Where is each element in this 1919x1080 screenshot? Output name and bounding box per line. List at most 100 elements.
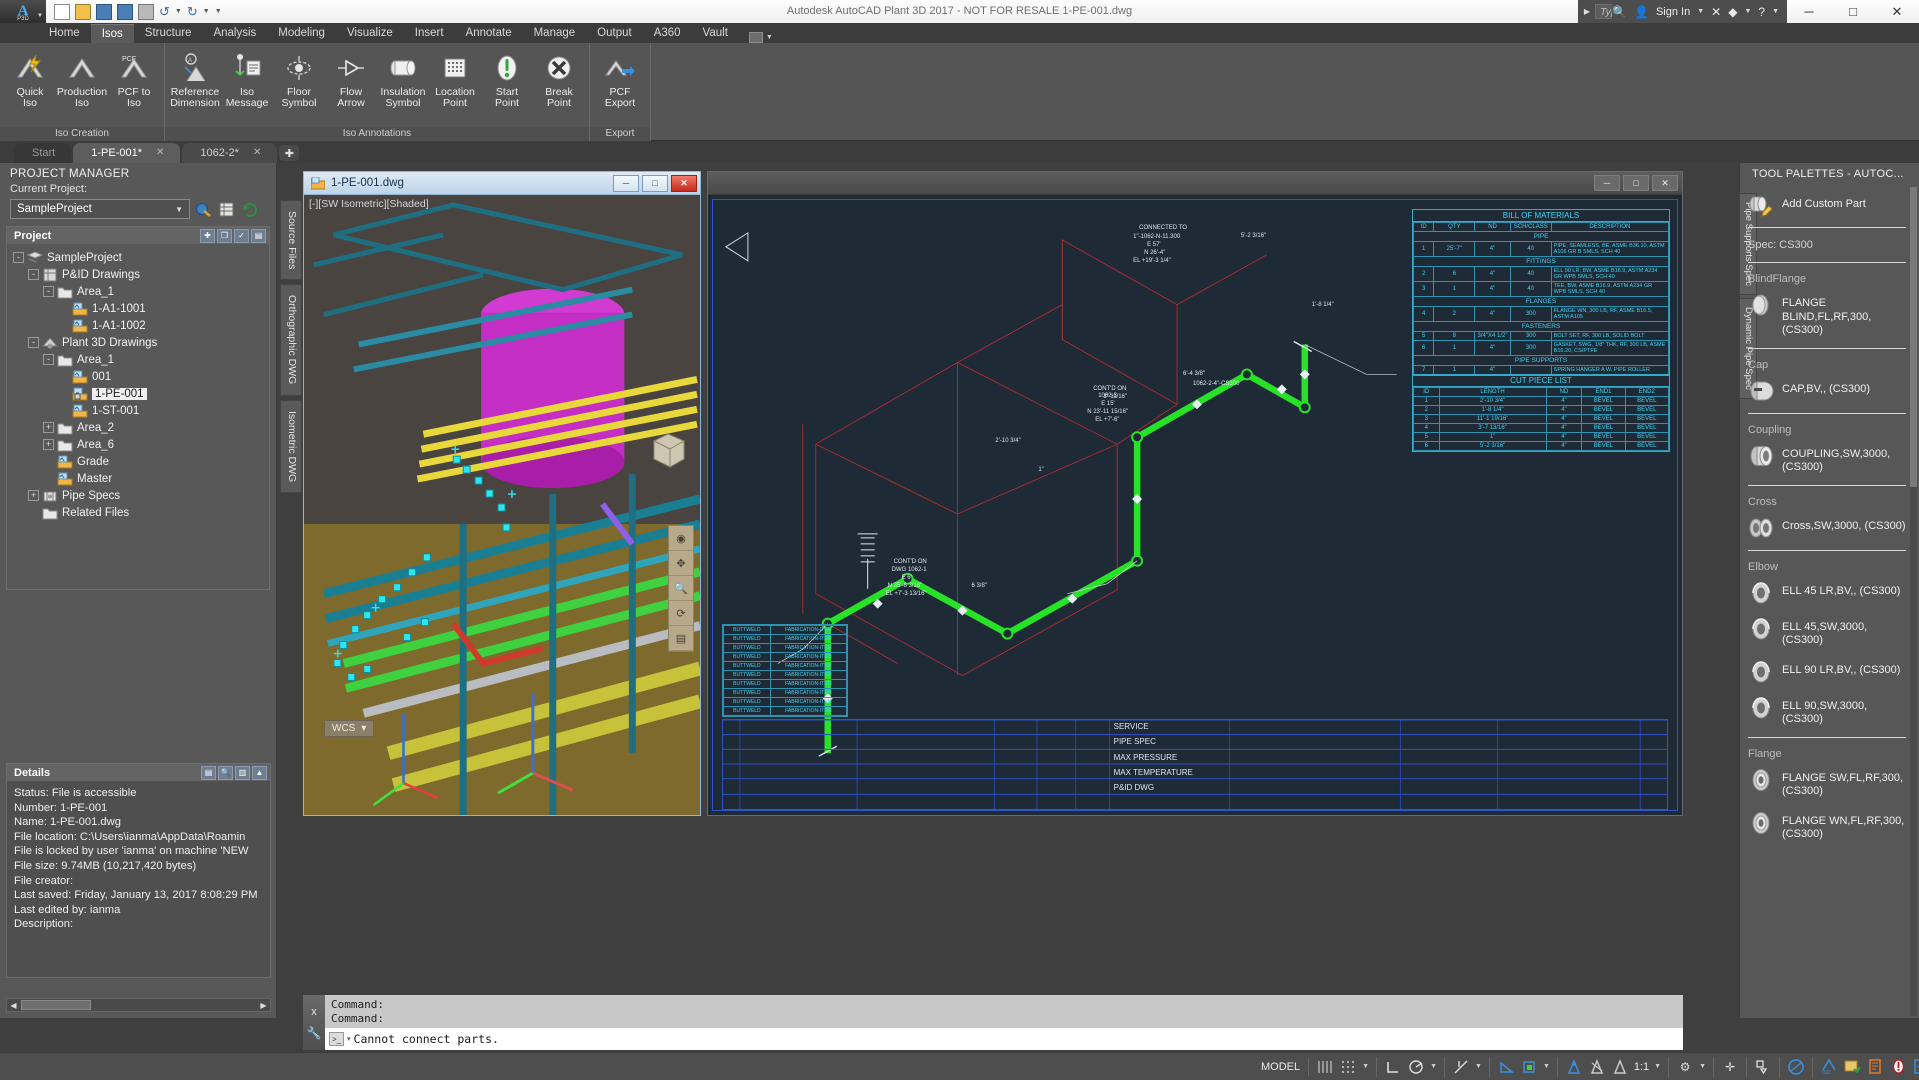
project-tree[interactable]: -SampleProject-P&ID Drawings-Area_11-A1-… bbox=[7, 244, 269, 589]
tool-palette-scrollbar[interactable] bbox=[1910, 187, 1917, 1016]
palette-item[interactable]: ELL 90 LR,BV,, (CS300) bbox=[1746, 654, 1908, 690]
view-cube[interactable] bbox=[640, 423, 696, 479]
tree-expander[interactable]: + bbox=[43, 439, 54, 450]
plus-icon[interactable]: ✛ bbox=[1721, 1058, 1739, 1076]
iso-tools-icon[interactable]: ISO bbox=[1820, 1058, 1838, 1076]
tool-palette-scroll-thumb[interactable] bbox=[1910, 187, 1917, 487]
chevron-down-icon[interactable]: ▼ bbox=[1543, 1063, 1550, 1070]
spec-viewer-icon[interactable] bbox=[1866, 1058, 1884, 1076]
project-setup-icon[interactable] bbox=[194, 200, 213, 219]
scroll-thumb[interactable] bbox=[21, 1000, 91, 1010]
tool-palettes-content[interactable]: Add Custom PartSpec: CS300BlindFlangeFLA… bbox=[1746, 187, 1908, 1018]
close-button[interactable]: ✕ bbox=[1875, 0, 1919, 23]
navigation-bar[interactable]: ◉ ✥ 🔍 ⟳ ▤ bbox=[668, 525, 694, 652]
save-icon[interactable] bbox=[96, 4, 112, 20]
tree-item-plant-3d-drawings[interactable]: -Plant 3D Drawings bbox=[13, 334, 269, 351]
close-icon[interactable]: ✕ bbox=[253, 143, 261, 163]
annoscale-icon[interactable] bbox=[1611, 1058, 1629, 1076]
isolate-objects-icon[interactable] bbox=[1754, 1058, 1772, 1076]
tree-item-sampleproject[interactable]: -SampleProject bbox=[13, 249, 269, 266]
sign-in-dropdown-icon[interactable]: ▼ bbox=[1697, 8, 1704, 15]
tree-expander[interactable]: - bbox=[13, 252, 24, 263]
help-dropdown-icon[interactable]: ▼ bbox=[1772, 8, 1779, 15]
ribbon-tab-insert[interactable]: Insert bbox=[404, 24, 455, 43]
ribbon-tab-modeling[interactable]: Modeling bbox=[267, 24, 336, 43]
polar-icon[interactable] bbox=[1407, 1058, 1425, 1076]
ribbon-tab-output[interactable]: Output bbox=[586, 24, 643, 43]
file-tab-1062-2-[interactable]: 1062-2*✕ bbox=[182, 143, 277, 163]
showmotion-icon[interactable]: ▤ bbox=[669, 626, 693, 651]
ribbon-button-location-point[interactable]: LocationPoint bbox=[429, 47, 481, 109]
details-collapse-icon[interactable]: ▲ bbox=[252, 766, 267, 780]
file-tab-1-pe-001-[interactable]: 1-PE-001*✕ bbox=[73, 143, 180, 163]
ribbon-button-flow-arrow[interactable]: FlowArrow bbox=[325, 47, 377, 109]
redo-icon[interactable]: ↻ bbox=[187, 4, 198, 20]
layout-restore-button[interactable]: □ bbox=[1623, 175, 1649, 191]
details-view-icon[interactable]: ▤ bbox=[201, 766, 216, 780]
help-icon[interactable]: ? bbox=[1758, 5, 1765, 19]
palette-item[interactable]: ELL 45,SW,3000, (CS300) bbox=[1746, 611, 1908, 654]
ribbon-tab-isos[interactable]: Isos bbox=[91, 24, 134, 43]
ribbon-button-insulation-symbol[interactable]: InsulationSymbol bbox=[377, 47, 429, 109]
ribbon-button-start-point[interactable]: StartPoint bbox=[481, 47, 533, 109]
maximize-button[interactable]: □ bbox=[1831, 0, 1875, 23]
warnings-icon[interactable] bbox=[1889, 1058, 1907, 1076]
grid-icon[interactable] bbox=[1316, 1058, 1334, 1076]
hardware-accel-icon[interactable] bbox=[1787, 1058, 1805, 1076]
ortho-icon[interactable] bbox=[1384, 1058, 1402, 1076]
tree-item-area-1[interactable]: -Area_1 bbox=[13, 283, 269, 300]
project-options-icon[interactable]: ▤ bbox=[251, 229, 266, 243]
ribbon-button-iso-message[interactable]: IsoMessage bbox=[221, 47, 273, 109]
palette-item[interactable]: ELL 45 LR,BV,, (CS300) bbox=[1746, 575, 1908, 611]
tree-item-area-2[interactable]: +Area_2 bbox=[13, 419, 269, 436]
tree-item-1-a1-1002[interactable]: 1-A1-1002 bbox=[13, 317, 269, 334]
redo-dropdown-icon[interactable]: ▼ bbox=[203, 8, 210, 15]
tree-item-pipe-specs[interactable]: +Pipe Specs bbox=[13, 487, 269, 504]
annotation-visibility-icon[interactable] bbox=[1565, 1058, 1583, 1076]
tree-expander[interactable]: - bbox=[43, 354, 54, 365]
tree-item-1-pe-001[interactable]: 1-PE-001 bbox=[13, 385, 269, 402]
palette-item[interactable]: COUPLING,SW,3000, (CS300) bbox=[1746, 438, 1908, 481]
palette-item[interactable]: Cross,SW,3000, (CS300) bbox=[1746, 510, 1908, 546]
details-properties-icon[interactable]: ▥ bbox=[235, 766, 250, 780]
tree-item-1-a1-1001[interactable]: 1-A1-1001 bbox=[13, 300, 269, 317]
refresh-icon[interactable] bbox=[240, 200, 259, 219]
close-icon[interactable]: ✕ bbox=[156, 143, 164, 163]
new-icon[interactable] bbox=[54, 4, 70, 20]
annotation-scale-value[interactable]: 1:1 bbox=[1634, 1061, 1649, 1073]
pan-icon[interactable]: ✥ bbox=[669, 551, 693, 576]
zoom-icon[interactable]: 🔍 bbox=[669, 576, 693, 601]
scroll-left-icon[interactable]: ◀ bbox=[7, 1001, 20, 1010]
model-close-button[interactable]: ✕ bbox=[671, 175, 697, 192]
ribbon-tab-structure[interactable]: Structure bbox=[134, 24, 203, 43]
tree-item-001[interactable]: 001 bbox=[13, 368, 269, 385]
ribbon-button-break-point[interactable]: BreakPoint bbox=[533, 47, 585, 109]
chevron-down-icon[interactable]: ▼ bbox=[1654, 1063, 1661, 1070]
tree-item-area-1[interactable]: -Area_1 bbox=[13, 351, 269, 368]
ribbon-tab-analysis[interactable]: Analysis bbox=[202, 24, 267, 43]
copy-drawing-icon[interactable]: ❐ bbox=[217, 229, 232, 243]
ucs-indicator[interactable]: WCS ▾ bbox=[324, 720, 374, 737]
ribbon-button-floor-symbol[interactable]: FloorSymbol bbox=[273, 47, 325, 109]
ribbon-tab-manage[interactable]: Manage bbox=[523, 24, 587, 43]
tree-item-p-id-drawings[interactable]: -P&ID Drawings bbox=[13, 266, 269, 283]
add-custom-part-button[interactable]: Add Custom Part bbox=[1746, 187, 1908, 223]
plot-icon[interactable] bbox=[138, 4, 154, 20]
side-tab-source-files[interactable]: Source Files bbox=[280, 200, 302, 280]
tree-item-related-files[interactable]: Related Files bbox=[13, 504, 269, 521]
tree-item-area-6[interactable]: +Area_6 bbox=[13, 436, 269, 453]
ribbon-panel-toggle-icon[interactable] bbox=[749, 32, 763, 43]
ribbon-tab-home[interactable]: Home bbox=[38, 24, 91, 43]
ribbon-tab-visualize[interactable]: Visualize bbox=[336, 24, 404, 43]
side-tab-orthographic-dwg[interactable]: Orthographic DWG bbox=[280, 284, 302, 395]
palette-item[interactable]: FLANGE BLIND,FL,RF,300, (CS300) bbox=[1746, 287, 1908, 344]
palette-item[interactable]: CAP,BV,, (CS300) bbox=[1746, 373, 1908, 409]
details-preview-icon[interactable]: 🔍 bbox=[218, 766, 233, 780]
chevron-down-icon[interactable]: ▼ bbox=[1430, 1063, 1437, 1070]
chevron-down-icon[interactable]: ▼ bbox=[1362, 1063, 1369, 1070]
layout-minimize-button[interactable]: ─ bbox=[1594, 175, 1620, 191]
ribbon-tab-annotate[interactable]: Annotate bbox=[455, 24, 523, 43]
tree-expander[interactable]: - bbox=[43, 286, 54, 297]
model-minimize-button[interactable]: ─ bbox=[613, 175, 639, 192]
palette-item[interactable]: ELL 90,SW,3000, (CS300) bbox=[1746, 690, 1908, 733]
